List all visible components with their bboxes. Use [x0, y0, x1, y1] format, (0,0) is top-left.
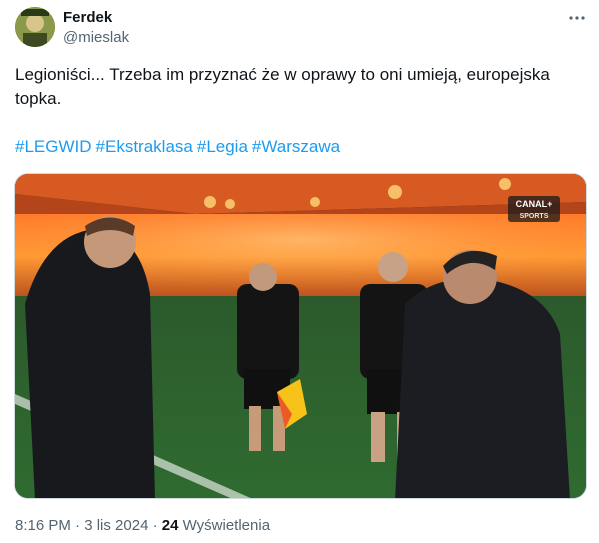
stadium-photo: CANAL+ SPORTS — [15, 174, 586, 498]
tweet-media-image[interactable]: CANAL+ SPORTS — [14, 173, 587, 499]
hashtag-link[interactable]: #LEGWID — [15, 137, 92, 156]
more-options-icon[interactable] — [567, 8, 587, 28]
views-label: Wyświetlenia — [182, 517, 271, 534]
tweet-meta: 8:16 PM · 3 lis 2024 · 24 Wyświetlenia — [15, 517, 270, 535]
hashtag-link[interactable]: #Warszawa — [252, 137, 340, 156]
tweet-time[interactable]: 8:16 PM — [15, 517, 71, 534]
meta-separator: · — [152, 517, 158, 534]
broadcaster-logo-bottom: SPORTS — [520, 213, 549, 220]
avatar[interactable] — [15, 7, 55, 47]
meta-separator: · — [75, 517, 81, 534]
hashtag-link[interactable]: #Ekstraklasa — [96, 137, 193, 156]
hashtag-link[interactable]: #Legia — [197, 137, 248, 156]
author-name[interactable]: Ferdek — [63, 9, 112, 27]
author-handle[interactable]: @mieslak — [63, 29, 129, 47]
tweet-date[interactable]: 3 lis 2024 — [84, 517, 148, 534]
broadcaster-logo-top: CANAL+ — [516, 199, 553, 209]
hashtag-list: #LEGWID #Ekstraklasa #Legia #Warszawa — [15, 135, 344, 159]
views-count: 24 — [161, 517, 179, 534]
tweet-text: Legioniści... Trzeba im przyznać że w op… — [15, 65, 550, 108]
tweet-card: Ferdek @mieslak Legioniści... Trzeba im … — [0, 0, 599, 543]
